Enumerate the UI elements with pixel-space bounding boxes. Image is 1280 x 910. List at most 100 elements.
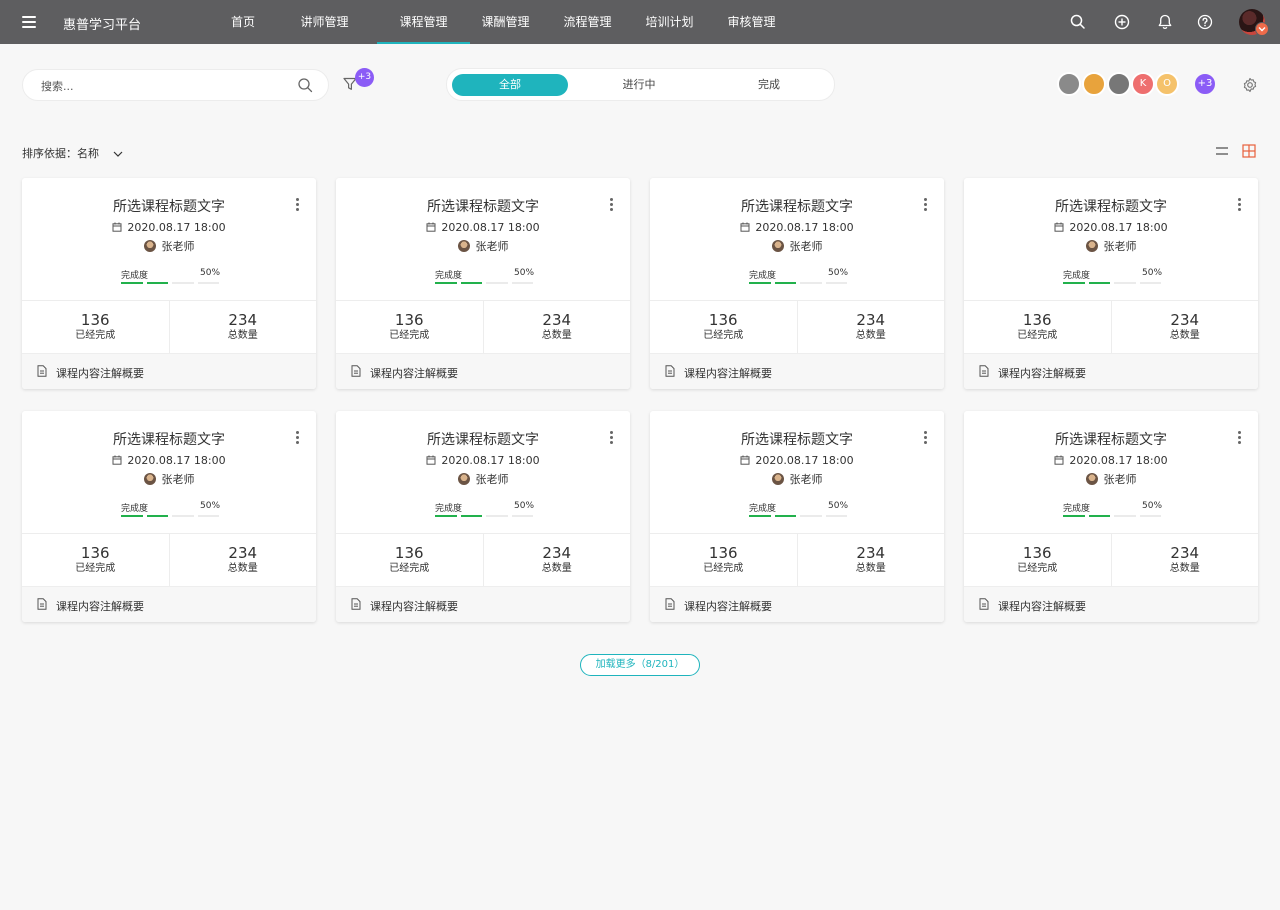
chevron-down-icon[interactable] — [1255, 22, 1269, 36]
more-options-icon[interactable] — [296, 198, 300, 212]
list-view-icon[interactable] — [1215, 145, 1229, 157]
search-icon[interactable] — [1069, 13, 1087, 31]
nav-tab-training-plan[interactable]: 培训计划 — [634, 0, 705, 44]
hamburger-menu-icon[interactable] — [18, 13, 40, 31]
team-member-avatar[interactable]: K — [1131, 72, 1155, 96]
tab-completed[interactable]: 完成 — [710, 74, 828, 96]
total-count: 234 — [228, 544, 258, 562]
team-member-avatar[interactable] — [1057, 72, 1081, 96]
progress-label: 完成度 — [749, 504, 777, 514]
course-note-text: 课程内容注解概要 — [56, 600, 144, 613]
nav-tab-home[interactable]: 首页 — [214, 0, 272, 44]
top-navbar: 惠普学习平台 首页 讲师管理 课程管理 课酬管理 流程管理 培训计划 审核管理 — [0, 0, 1280, 44]
course-note[interactable]: 课程内容注解概要 — [22, 586, 316, 622]
more-options-icon[interactable] — [924, 431, 928, 445]
stat-completed: 136 已经完成 — [336, 534, 483, 586]
course-note[interactable]: 课程内容注解概要 — [336, 586, 630, 622]
progress-label: 完成度 — [121, 271, 149, 281]
add-icon[interactable] — [1113, 13, 1131, 31]
course-card[interactable]: 所选课程标题文字 2020.08.17 18:00 张老师 完成度 50% 13… — [336, 411, 630, 622]
teacher-name: 张老师 — [789, 240, 823, 253]
course-card[interactable]: 所选课程标题文字 2020.08.17 18:00 张老师 完成度 50% 13… — [650, 178, 944, 389]
team-member-avatar[interactable]: O — [1155, 72, 1179, 96]
course-title: 所选课程标题文字 — [113, 432, 225, 448]
completed-count: 136 — [80, 544, 110, 562]
total-label: 总数量 — [1169, 563, 1200, 574]
nav-tab-process[interactable]: 流程管理 — [541, 0, 634, 44]
course-card[interactable]: 所选课程标题文字 2020.08.17 18:00 张老师 完成度 50% 13… — [22, 411, 316, 622]
course-card[interactable]: 所选课程标题文字 2020.08.17 18:00 张老师 完成度 50% 13… — [650, 411, 944, 622]
course-date: 2020.08.17 18:00 — [336, 221, 630, 234]
teacher-avatar — [771, 240, 784, 252]
course-date: 2020.08.17 18:00 — [336, 454, 630, 467]
total-label: 总数量 — [855, 330, 886, 341]
course-title: 所选课程标题文字 — [427, 432, 539, 448]
teacher-avatar — [771, 473, 784, 485]
course-card[interactable]: 所选课程标题文字 2020.08.17 18:00 张老师 完成度 50% 13… — [22, 178, 316, 389]
course-date: 2020.08.17 18:00 — [964, 454, 1258, 467]
teacher-name: 张老师 — [161, 473, 195, 486]
document-icon — [37, 365, 47, 377]
help-icon[interactable] — [1196, 13, 1214, 31]
course-note[interactable]: 课程内容注解概要 — [964, 353, 1258, 389]
total-count: 234 — [542, 544, 572, 562]
grid-view-icon[interactable] — [1242, 144, 1256, 158]
filter-count-badge: +3 — [355, 68, 374, 87]
course-date-text: 2020.08.17 18:00 — [127, 221, 226, 234]
course-card[interactable]: 所选课程标题文字 2020.08.17 18:00 张老师 完成度 50% 13… — [964, 178, 1258, 389]
completed-count: 136 — [708, 311, 738, 329]
total-count: 234 — [1170, 544, 1200, 562]
nav-tab-review[interactable]: 审核管理 — [705, 0, 798, 44]
progress-bar — [1063, 282, 1161, 284]
course-note[interactable]: 课程内容注解概要 — [964, 586, 1258, 622]
progress-bar — [121, 515, 219, 517]
document-icon — [37, 598, 47, 610]
more-options-icon[interactable] — [924, 198, 928, 212]
tab-all[interactable]: 全部 — [452, 74, 568, 96]
teacher-name: 张老师 — [475, 240, 509, 253]
course-note[interactable]: 课程内容注解概要 — [336, 353, 630, 389]
document-icon — [979, 598, 989, 610]
team-more-badge[interactable]: +3 — [1193, 72, 1217, 96]
more-options-icon[interactable] — [610, 198, 614, 212]
completed-label: 已经完成 — [1017, 563, 1058, 574]
course-card[interactable]: 所选课程标题文字 2020.08.17 18:00 张老师 完成度 50% 13… — [964, 411, 1258, 622]
total-count: 234 — [1170, 311, 1200, 329]
search-icon[interactable] — [297, 77, 314, 94]
nav-tab-lecturers[interactable]: 讲师管理 — [272, 0, 377, 44]
stat-total: 234 总数量 — [1110, 534, 1259, 586]
course-note-text: 课程内容注解概要 — [56, 367, 144, 380]
course-title: 所选课程标题文字 — [1055, 432, 1167, 448]
progress-label: 完成度 — [435, 271, 463, 281]
course-card[interactable]: 所选课程标题文字 2020.08.17 18:00 张老师 完成度 50% 13… — [336, 178, 630, 389]
team-member-avatar[interactable] — [1082, 72, 1106, 96]
nav-tab-fees[interactable]: 课酬管理 — [470, 0, 541, 44]
user-avatar[interactable] — [1239, 9, 1269, 36]
course-teacher: 张老师 — [650, 238, 944, 254]
teacher-avatar — [457, 473, 470, 485]
course-teacher: 张老师 — [336, 471, 630, 487]
load-more-button[interactable]: 加载更多（8/201） — [580, 654, 700, 676]
sort-dropdown[interactable]: 排序依据：名称 — [22, 145, 123, 161]
more-options-icon[interactable] — [296, 431, 300, 445]
course-note[interactable]: 课程内容注解概要 — [650, 353, 944, 389]
tab-in-progress[interactable]: 进行中 — [578, 74, 700, 96]
document-icon — [979, 365, 989, 377]
total-count: 234 — [856, 544, 886, 562]
gear-icon[interactable] — [1242, 77, 1258, 93]
course-teacher: 张老师 — [964, 471, 1258, 487]
bell-icon[interactable] — [1156, 13, 1174, 31]
nav-tab-courses[interactable]: 课程管理 — [377, 0, 470, 44]
more-options-icon[interactable] — [610, 431, 614, 445]
completed-count: 136 — [394, 544, 424, 562]
course-note[interactable]: 课程内容注解概要 — [650, 586, 944, 622]
search-input[interactable] — [41, 77, 281, 95]
course-stats: 136 已经完成 234 总数量 — [336, 300, 630, 353]
more-options-icon[interactable] — [1238, 198, 1242, 212]
calendar-icon — [1054, 455, 1064, 465]
calendar-icon — [740, 455, 750, 465]
team-member-avatar[interactable] — [1107, 72, 1131, 96]
total-label: 总数量 — [541, 330, 572, 341]
course-note[interactable]: 课程内容注解概要 — [22, 353, 316, 389]
more-options-icon[interactable] — [1238, 431, 1242, 445]
